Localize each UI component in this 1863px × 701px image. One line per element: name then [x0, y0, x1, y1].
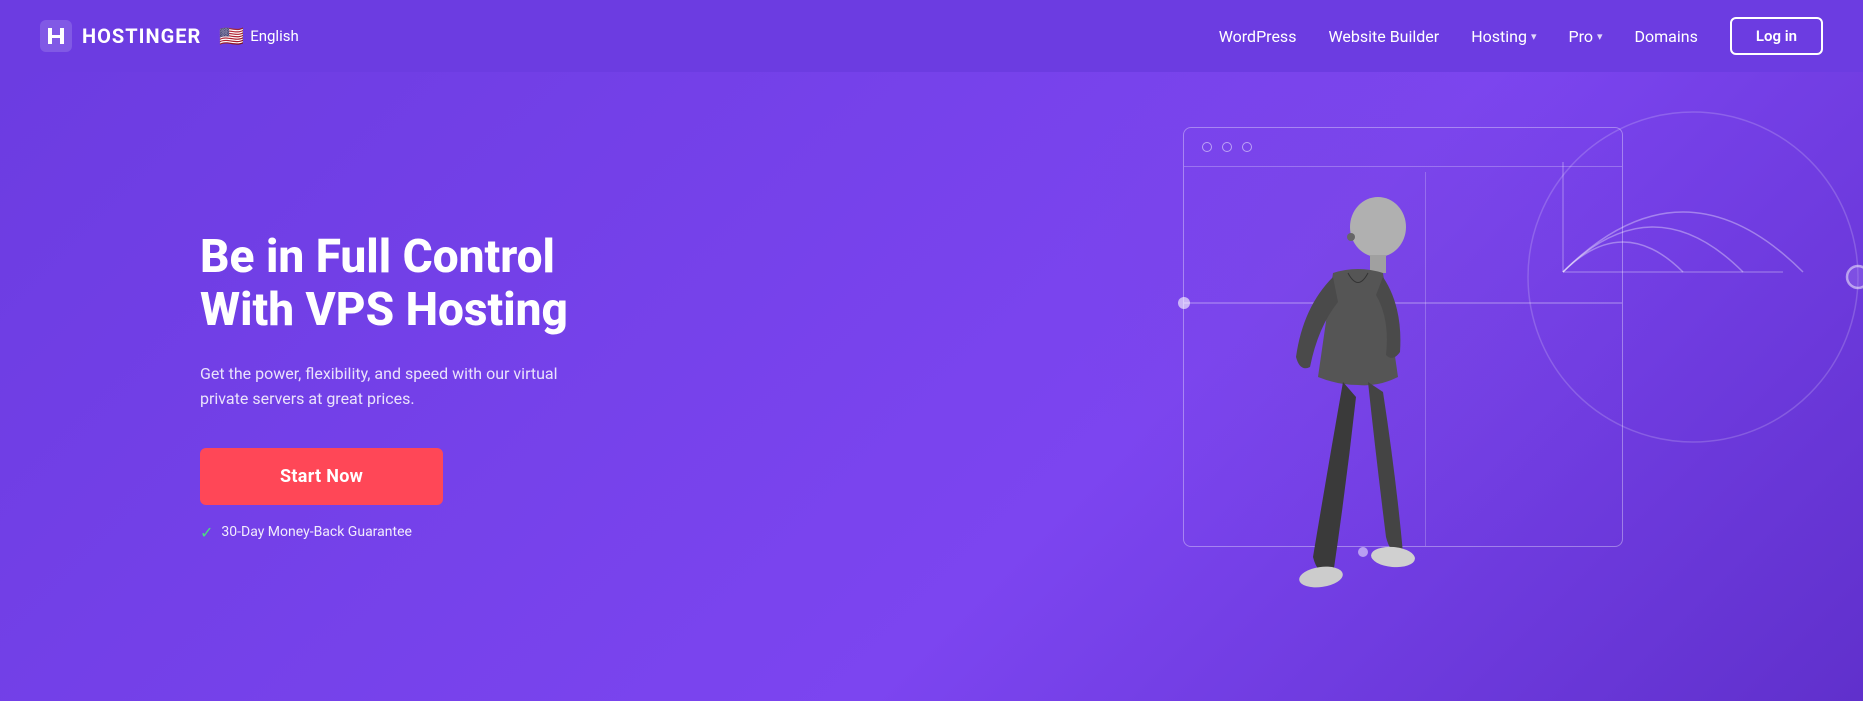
- language-selector[interactable]: 🇺🇸 English: [219, 24, 298, 48]
- login-button[interactable]: Log in: [1730, 17, 1823, 55]
- connector-dot-left: [1178, 297, 1190, 309]
- outer-circle-svg: [1523, 107, 1863, 447]
- logo[interactable]: HOSTINGER: [40, 20, 201, 52]
- nav-link-pro[interactable]: Pro ▾: [1569, 27, 1603, 46]
- nav-right: WordPress Website Builder Hosting ▾ Pro …: [1219, 17, 1823, 55]
- language-label: English: [250, 27, 299, 45]
- guarantee-badge: ✓ 30-Day Money-Back Guarantee: [200, 523, 620, 542]
- browser-dot-1: [1202, 142, 1212, 152]
- browser-dot-2: [1222, 142, 1232, 152]
- hero-illustration: [1163, 107, 1783, 667]
- chevron-down-icon: ▾: [1597, 30, 1603, 43]
- person-svg: [1238, 177, 1478, 667]
- start-now-button[interactable]: Start Now: [200, 448, 443, 505]
- nav-link-domains[interactable]: Domains: [1635, 27, 1698, 46]
- hero-subtitle: Get the power, flexibility, and speed wi…: [200, 361, 560, 412]
- flag-icon: 🇺🇸: [219, 24, 244, 48]
- nav-link-website-builder[interactable]: Website Builder: [1328, 27, 1439, 46]
- chevron-down-icon: ▾: [1531, 30, 1537, 43]
- nav-left: HOSTINGER 🇺🇸 English: [40, 20, 299, 52]
- guarantee-label: 30-Day Money-Back Guarantee: [221, 524, 412, 540]
- hero-content: Be in Full Control With VPS Hosting Get …: [200, 231, 620, 542]
- hero-title: Be in Full Control With VPS Hosting: [200, 231, 620, 337]
- nav-link-wordpress[interactable]: WordPress: [1219, 27, 1297, 46]
- logo-text: HOSTINGER: [82, 24, 201, 48]
- checkmark-icon: ✓: [200, 523, 213, 542]
- browser-dot-3: [1242, 142, 1252, 152]
- hostinger-logo-icon: [40, 20, 72, 52]
- navbar: HOSTINGER 🇺🇸 English WordPress Website B…: [0, 0, 1863, 72]
- nav-link-hosting[interactable]: Hosting ▾: [1471, 27, 1536, 46]
- hero-section: Be in Full Control With VPS Hosting Get …: [0, 72, 1863, 701]
